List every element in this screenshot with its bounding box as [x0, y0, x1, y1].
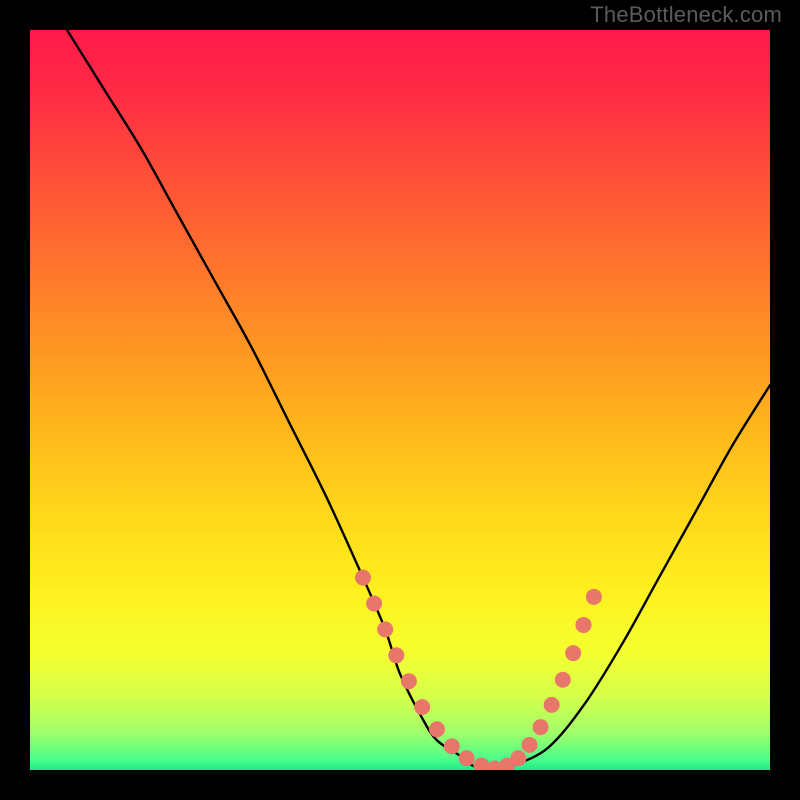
highlight-marker: [533, 719, 549, 735]
plot-area: [30, 30, 770, 770]
highlight-marker: [366, 596, 382, 612]
highlight-marker: [414, 699, 430, 715]
highlight-marker: [459, 750, 475, 766]
highlight-marker: [565, 645, 581, 661]
chart-container: TheBottleneck.com: [0, 0, 800, 800]
highlight-marker: [444, 738, 460, 754]
highlight-marker: [510, 750, 526, 766]
highlight-marker: [555, 672, 571, 688]
highlight-marker: [544, 697, 560, 713]
highlight-marker: [355, 570, 371, 586]
highlight-marker: [576, 617, 592, 633]
highlight-marker: [401, 673, 417, 689]
highlight-marker: [377, 621, 393, 637]
plot-svg: [30, 30, 770, 770]
highlight-marker: [429, 721, 445, 737]
highlight-marker: [586, 589, 602, 605]
watermark-text: TheBottleneck.com: [590, 2, 782, 28]
highlight-marker: [522, 737, 538, 753]
highlight-marker: [388, 647, 404, 663]
